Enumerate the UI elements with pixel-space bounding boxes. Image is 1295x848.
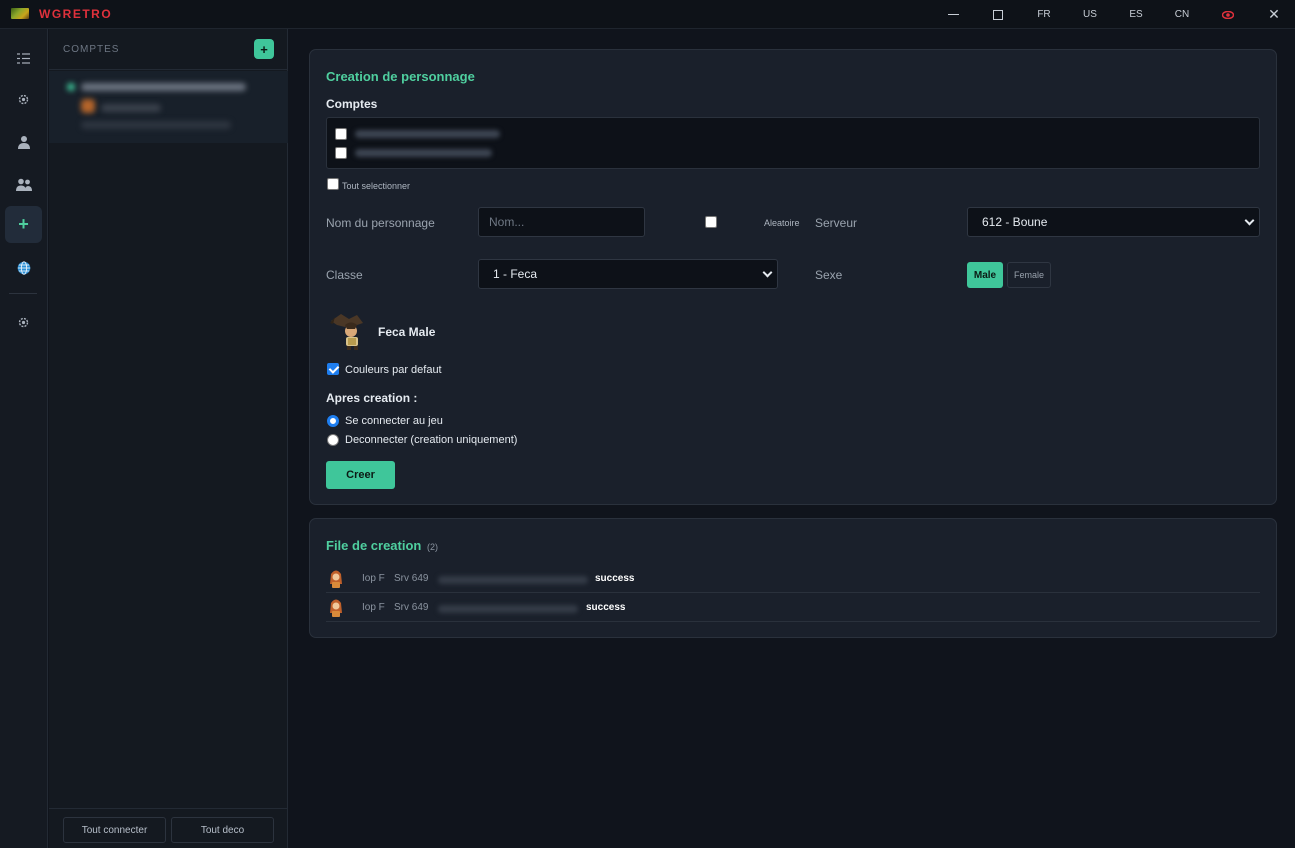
account-email-blurred <box>355 149 492 157</box>
create-button[interactable]: Creer <box>326 461 395 489</box>
lang-cn-button[interactable]: CN <box>1167 0 1197 29</box>
lang-us-button[interactable]: US <box>1075 0 1105 29</box>
preview-name: Feca Male <box>378 325 436 339</box>
settings-icon[interactable] <box>5 81 42 118</box>
name-label: Nom du personnage <box>326 216 435 230</box>
random-checkbox[interactable] <box>705 216 717 228</box>
queue-row-class: Iop F <box>362 602 385 613</box>
server-select-value: 612 - Boune <box>982 215 1048 229</box>
class-select-value: 1 - Feca <box>493 267 538 281</box>
queue-row: Iop F Srv 649 success <box>326 593 1260 622</box>
close-button[interactable]: ✕ <box>1259 0 1289 29</box>
icon-rail: + <box>0 29 48 848</box>
accounts-header: COMPTES + <box>49 29 288 70</box>
connect-option-label: Se connecter au jeu <box>345 415 443 427</box>
account-avatar-blurred <box>81 99 95 113</box>
disconnect-radio[interactable] <box>327 434 339 446</box>
gear-icon[interactable] <box>5 304 42 341</box>
queue-account-blurred <box>438 576 588 584</box>
name-input[interactable]: Nom... <box>478 207 645 237</box>
rail-divider <box>9 293 37 294</box>
status-dot <box>67 83 75 91</box>
account-detail-blurred <box>101 104 161 112</box>
sex-label: Sexe <box>815 268 843 282</box>
accounts-footer: Tout connecter Tout deco <box>49 808 288 848</box>
accounts-title: COMPTES <box>63 44 120 55</box>
queue-row-status: success <box>595 573 635 584</box>
default-colors-checkbox[interactable] <box>327 363 339 375</box>
male-button[interactable]: Male <box>967 262 1003 288</box>
maximize-button[interactable] <box>983 0 1013 29</box>
class-label: Classe <box>326 268 363 282</box>
lang-fr-button[interactable]: FR <box>1029 0 1059 29</box>
app-logo <box>11 8 29 19</box>
account-detail-blurred <box>81 121 231 129</box>
server-label: Serveur <box>815 216 858 230</box>
accounts-panel: COMPTES + Tout connecter Tout deco <box>49 29 288 848</box>
queue-title-text: File de creation <box>326 538 422 553</box>
app-title: WGRETRO <box>39 7 113 21</box>
queue-row-server: Srv 649 <box>394 573 429 584</box>
globe-icon[interactable] <box>5 249 42 286</box>
chevron-down-icon <box>1244 215 1255 226</box>
disconnect-all-button[interactable]: Tout deco <box>171 817 274 843</box>
title-bar: WGRETRO FR US ES CN ✕ <box>0 0 1295 29</box>
server-select[interactable]: 612 - Boune <box>967 207 1260 237</box>
connect-radio[interactable] <box>327 415 339 427</box>
character-sprite <box>327 311 367 356</box>
select-all-checkbox[interactable] <box>327 178 339 190</box>
disconnect-option-label: Deconnecter (creation uniquement) <box>345 434 518 446</box>
creation-queue-panel: File de creation (2) Iop F Srv 649 succe… <box>309 518 1277 638</box>
female-button[interactable]: Female <box>1007 262 1051 288</box>
eye-icon[interactable] <box>1213 0 1243 29</box>
connect-all-button[interactable]: Tout connecter <box>63 817 166 843</box>
account-checkbox[interactable] <box>335 147 347 159</box>
queue-row-status: success <box>586 602 626 613</box>
queue-title: File de creation (2) <box>326 538 438 553</box>
list-icon[interactable] <box>5 40 42 77</box>
class-select[interactable]: 1 - Feca <box>478 259 778 289</box>
chevron-down-icon <box>762 267 773 278</box>
character-icon[interactable] <box>5 123 42 160</box>
queue-account-blurred <box>438 605 578 613</box>
select-all-label: Tout selectionner <box>342 181 411 191</box>
iop-avatar-icon <box>330 570 342 588</box>
lang-es-button[interactable]: ES <box>1121 0 1151 29</box>
random-label: Aleatoire <box>764 218 800 228</box>
account-checkbox[interactable] <box>335 128 347 140</box>
account-select-list <box>326 117 1260 169</box>
accounts-label: Comptes <box>326 97 378 111</box>
queue-count: (2) <box>427 542 438 552</box>
queue-row-class: Iop F <box>362 573 385 584</box>
add-account-button[interactable]: + <box>254 39 274 59</box>
queue-row: Iop F Srv 649 success <box>326 564 1260 593</box>
after-creation-label: Apres creation : <box>326 391 418 405</box>
default-colors-label: Couleurs par defaut <box>345 364 442 376</box>
group-icon[interactable] <box>5 166 42 203</box>
panel-title: Creation de personnage <box>326 69 475 84</box>
plus-icon[interactable]: + <box>5 206 42 243</box>
queue-row-server: Srv 649 <box>394 602 429 613</box>
account-email-blurred <box>355 130 500 138</box>
character-creation-panel: Creation de personnage Comptes Tout sele… <box>309 49 1277 505</box>
account-item[interactable] <box>49 71 288 143</box>
iop-avatar-icon <box>330 599 342 617</box>
account-name-blurred <box>81 83 246 91</box>
minimize-button[interactable] <box>938 0 968 29</box>
